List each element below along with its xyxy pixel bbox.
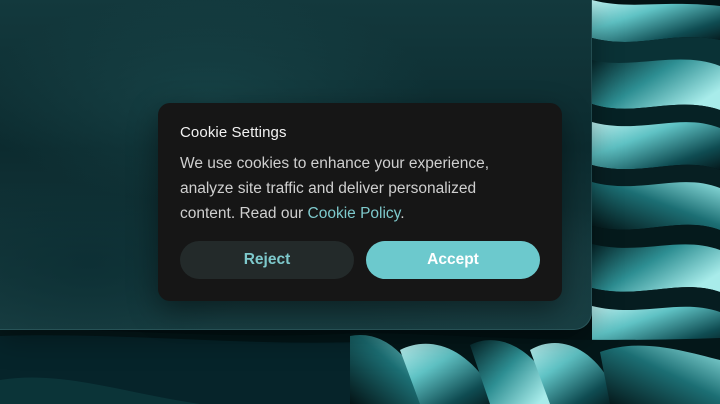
cookie-policy-link[interactable]: Cookie Policy — [308, 205, 401, 222]
dialog-body-end: . — [400, 205, 405, 222]
screen: Cookie Settings We use cookies to enhanc… — [0, 0, 720, 404]
dialog-button-row: Reject Accept — [180, 241, 540, 279]
reject-button[interactable]: Reject — [180, 241, 354, 279]
cookie-settings-dialog: Cookie Settings We use cookies to enhanc… — [158, 103, 562, 301]
dialog-body: We use cookies to enhance your experienc… — [180, 151, 520, 226]
accept-button[interactable]: Accept — [366, 241, 540, 279]
dialog-title: Cookie Settings — [180, 124, 287, 141]
